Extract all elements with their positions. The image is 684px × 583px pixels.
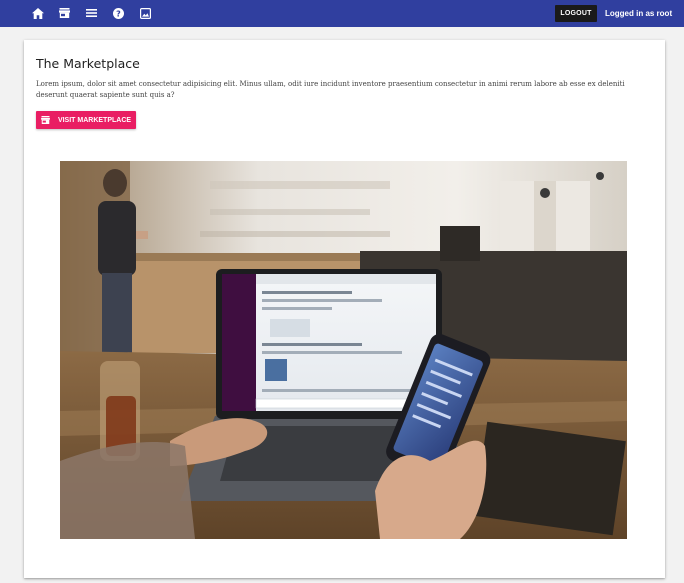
card-title: The Marketplace <box>36 56 140 71</box>
store-icon <box>41 116 50 124</box>
visit-marketplace-label: VISIT MARKETPLACE <box>57 116 132 124</box>
home-icon[interactable] <box>31 6 45 20</box>
store-icon[interactable] <box>57 6 71 20</box>
cafe-laptop-phone-photo <box>60 161 627 539</box>
marketplace-hero-image <box>60 161 627 539</box>
top-navigation-bar: ? LOGOUT Logged in as root <box>0 0 684 27</box>
marketplace-card: The Marketplace Lorem ipsum, dolor sit a… <box>24 40 665 578</box>
help-icon[interactable]: ? <box>111 6 125 20</box>
svg-text:?: ? <box>116 9 121 18</box>
image-icon[interactable] <box>138 6 152 20</box>
card-description: Lorem ipsum, dolor sit amet consectetur … <box>36 80 625 99</box>
menu-icon[interactable] <box>84 6 98 20</box>
logged-in-status: Logged in as root <box>605 9 673 18</box>
visit-marketplace-button[interactable]: VISIT MARKETPLACE <box>36 111 136 129</box>
logout-button[interactable]: LOGOUT <box>555 5 597 22</box>
